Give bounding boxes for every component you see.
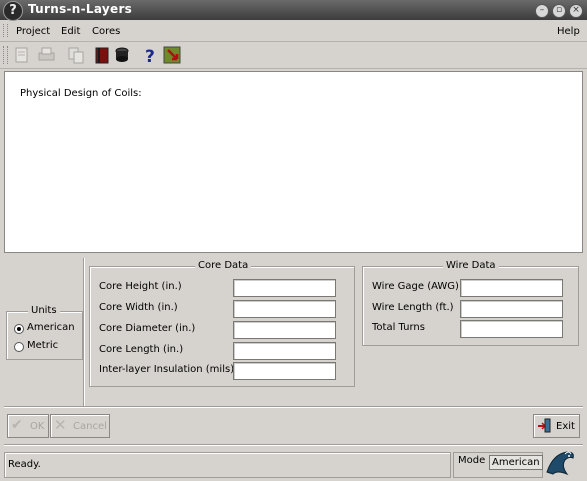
core-data-group: Core Data Core Height (in.) Core Width (…: [89, 260, 355, 387]
wire-length-label: Wire Length (ft.): [372, 302, 454, 313]
separator: [4, 444, 583, 446]
exit-label: Exit: [556, 421, 575, 432]
status-panel: Ready.: [4, 452, 451, 478]
core-length-field[interactable]: [233, 342, 336, 360]
copy-icon[interactable]: [66, 45, 86, 65]
cancel-label: Cancel: [73, 421, 107, 432]
units-title: Units: [28, 305, 60, 316]
wire-gage-field[interactable]: [460, 279, 563, 297]
core-diameter-label: Core Diameter (in.): [99, 323, 196, 334]
cross-icon: ✕: [54, 416, 67, 434]
dolphin-logo-icon: [545, 448, 577, 478]
menu-project[interactable]: Project: [16, 26, 50, 37]
mode-label: Mode: [458, 455, 486, 466]
core-width-label: Core Width (in.): [99, 302, 178, 313]
exit-icon[interactable]: [162, 45, 182, 65]
total-turns-label: Total Turns: [372, 322, 425, 333]
insulation-field[interactable]: [233, 362, 336, 380]
design-output-area[interactable]: Physical Design of Coils:: [4, 71, 583, 253]
door-exit-icon: [537, 418, 551, 436]
core-data-title: Core Data: [195, 260, 252, 271]
separator: [83, 258, 85, 406]
wire-gage-label: Wire Gage (AWG): [372, 281, 459, 292]
menu-bar: Project Edit Cores Help: [0, 20, 587, 42]
core-length-label: Core Length (in.): [99, 344, 184, 355]
status-text: Ready.: [8, 459, 41, 470]
ok-label: OK: [30, 421, 45, 432]
cancel-button[interactable]: ✕ Cancel: [50, 414, 110, 438]
toolbar-grip: [3, 46, 8, 64]
design-heading: Physical Design of Coils:: [20, 88, 142, 99]
close-button[interactable]: ×: [569, 4, 583, 18]
core-height-label: Core Height (in.): [99, 281, 182, 292]
metric-radio[interactable]: [14, 342, 24, 352]
minimize-button[interactable]: –: [535, 4, 549, 18]
mode-panel: Mode American: [453, 452, 543, 478]
core-width-field[interactable]: [233, 300, 336, 318]
american-radio[interactable]: [14, 324, 24, 334]
new-icon[interactable]: [12, 45, 32, 65]
menu-help[interactable]: Help: [557, 26, 580, 37]
core-height-field[interactable]: [233, 279, 336, 297]
book-icon[interactable]: [92, 45, 112, 65]
ok-button[interactable]: ✔ OK: [7, 414, 49, 438]
total-turns-field[interactable]: [460, 320, 563, 338]
wire-length-field[interactable]: [460, 300, 563, 318]
insulation-label: Inter-layer Insulation (mils): [99, 364, 235, 375]
core-diameter-field[interactable]: [233, 321, 336, 339]
metric-label[interactable]: Metric: [27, 340, 58, 351]
exit-button[interactable]: Exit: [533, 414, 580, 438]
mode-value: American: [489, 455, 543, 470]
print-icon[interactable]: [36, 45, 56, 65]
menu-cores[interactable]: Cores: [92, 26, 120, 37]
title-bar: ? Turns-n-Layers – ▫ ×: [0, 0, 587, 21]
toolbar: ?: [0, 42, 587, 69]
wire-data-group: Wire Data Wire Gage (AWG) Wire Length (f…: [362, 260, 579, 346]
question-icon[interactable]: ?: [3, 1, 23, 21]
core-icon[interactable]: [112, 45, 132, 65]
menubar-grip: [3, 24, 8, 37]
help-icon[interactable]: ?: [140, 45, 160, 67]
svg-text:?: ?: [145, 47, 155, 65]
units-group: Units American Metric: [6, 305, 83, 360]
menu-edit[interactable]: Edit: [61, 26, 80, 37]
separator: [4, 406, 583, 408]
american-label[interactable]: American: [27, 322, 75, 333]
wire-data-title: Wire Data: [443, 260, 499, 271]
window-title: Turns-n-Layers: [28, 2, 133, 16]
check-icon: ✔: [11, 417, 23, 433]
maximize-button[interactable]: ▫: [552, 4, 566, 18]
